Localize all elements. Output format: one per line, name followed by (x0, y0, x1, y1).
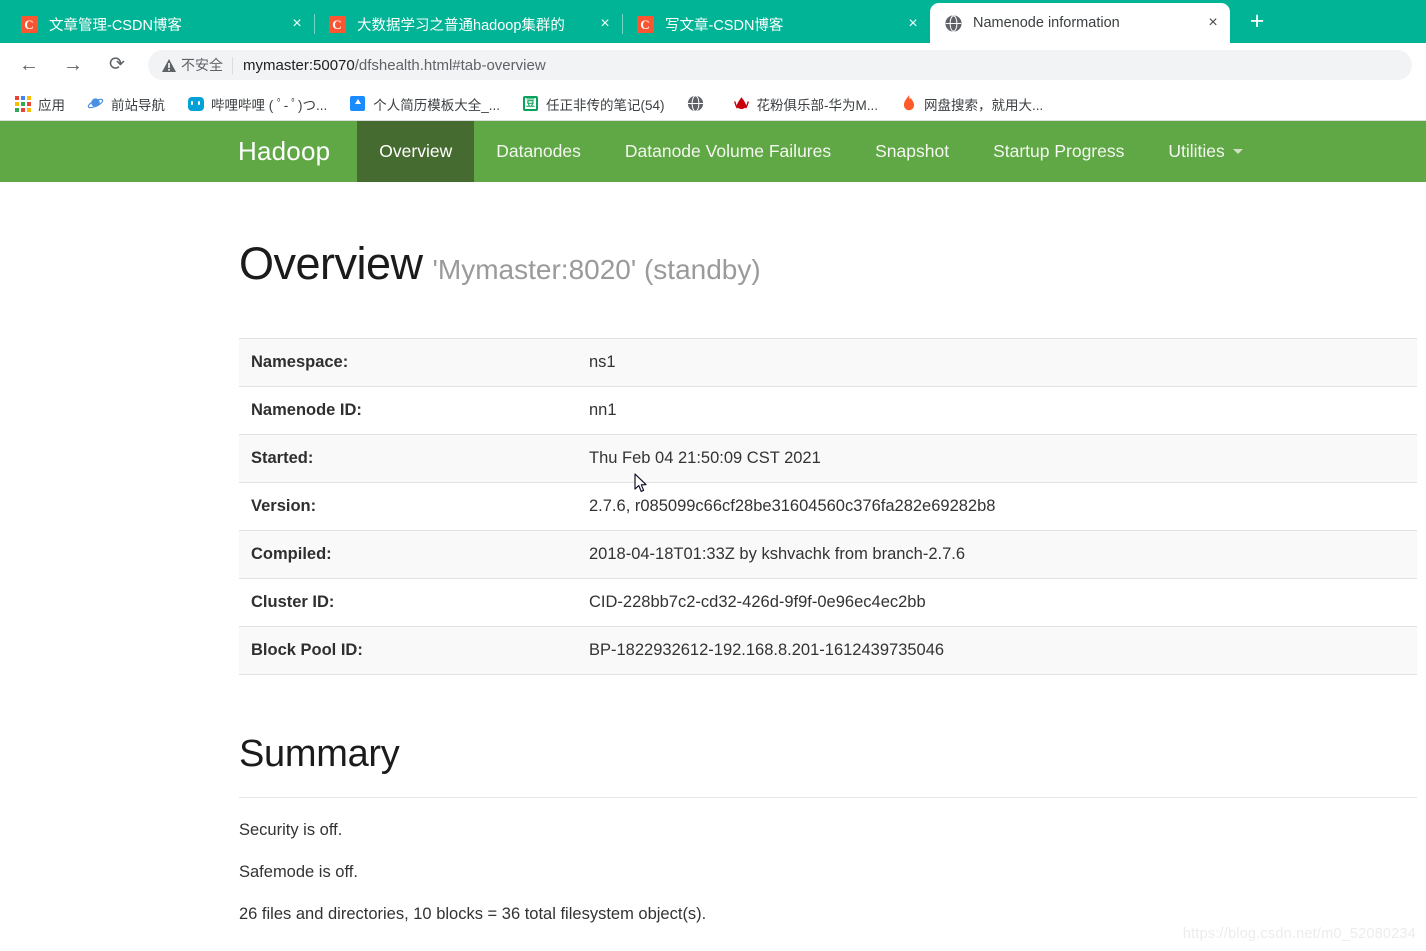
warning-triangle-icon (162, 58, 176, 72)
table-row: Namespace: ns1 (239, 338, 1417, 387)
nav-item-datanode-volume-failures[interactable]: Datanode Volume Failures (603, 121, 853, 182)
chevron-down-icon (1232, 149, 1243, 154)
bookmark-item[interactable]: 花粉俱乐部-华为M... (733, 94, 879, 114)
row-label: Namenode ID: (251, 401, 362, 419)
browser-tab[interactable]: C 大数据学习之普通hadoop集群的 × (314, 5, 622, 43)
security-label: 不安全 (181, 57, 223, 73)
table-row: Started: Thu Feb 04 21:50:09 CST 2021 (239, 434, 1417, 483)
table-row: Compiled: 2018-04-18T01:33Z by kshvachk … (239, 530, 1417, 579)
bookmark-label: 花粉俱乐部-华为M... (756, 97, 879, 113)
bookmark-item[interactable]: 前站导航 (87, 94, 165, 114)
omnibox-divider (232, 56, 233, 74)
browser-tab[interactable]: C 文章管理-CSDN博客 × (6, 5, 314, 43)
close-icon[interactable]: × (1204, 14, 1222, 32)
url-path: /dfshealth.html#tab-overview (354, 56, 546, 74)
row-label: Compiled: (251, 545, 332, 563)
nav-item-label: Utilities (1168, 141, 1225, 161)
summary-divider (239, 797, 1417, 798)
bookmark-label: 任正非传的笔记(54) (546, 97, 665, 113)
bookmark-label: 个人简历模板大全_... (373, 97, 501, 113)
browser-tab[interactable]: C 写文章-CSDN博客 × (622, 5, 930, 43)
close-icon[interactable]: × (904, 15, 922, 33)
bookmark-label: 应用 (38, 97, 65, 113)
tab-title: 写文章-CSDN博客 (665, 17, 784, 34)
bookmark-label: 哔哩哔哩 ( ﾟ- ﾟ)つ... (211, 97, 328, 113)
bookmark-apps[interactable]: 应用 (14, 94, 65, 114)
browser-toolbar: ← → ⟳ 不安全 mymaster:50070/dfshealth.html#… (0, 43, 1426, 87)
bookmark-item[interactable]: 豆 任正非传的笔记(54) (522, 94, 665, 114)
summary-line: Safemode is off. (239, 863, 358, 881)
tab-title: 大数据学习之普通hadoop集群的 (357, 17, 565, 34)
close-icon[interactable]: × (596, 15, 614, 33)
row-label: Cluster ID: (251, 593, 335, 611)
table-row: Version: 2.7.6, r085099c66cf28be31604560… (239, 482, 1417, 531)
planet-icon (87, 95, 104, 112)
tab-title: 文章管理-CSDN博客 (49, 17, 182, 34)
page-container: Overview 'Mymaster:8020' (standby) Namesp… (0, 238, 1426, 924)
nav-item-overview[interactable]: Overview (357, 121, 475, 182)
url-host: mymaster:50070 (243, 56, 355, 74)
nav-item-startup-progress[interactable]: Startup Progress (971, 121, 1146, 182)
row-value: BP-1822932612-192.168.8.201-161243973504… (589, 641, 945, 659)
not-secure-indicator[interactable]: 不安全 (162, 55, 223, 75)
bookmark-item[interactable]: 哔哩哔哩 ( ﾟ- ﾟ)つ... (187, 94, 327, 114)
resume-icon (349, 95, 366, 112)
tab-title: Namenode information (973, 15, 1120, 31)
row-value: Thu Feb 04 21:50:09 CST 2021 (589, 449, 821, 467)
bilibili-icon (187, 95, 204, 112)
bookmark-item[interactable]: 网盘搜索，就用大... (900, 94, 1043, 114)
row-value: ns1 (589, 353, 616, 371)
globe-icon (944, 14, 962, 32)
address-bar[interactable]: 不安全 mymaster:50070/dfshealth.html#tab-ov… (148, 50, 1412, 80)
tab-strip: C 文章管理-CSDN博客 × C 大数据学习之普通hadoop集群的 × C … (0, 0, 1426, 43)
nav-item-datanodes[interactable]: Datanodes (474, 121, 603, 182)
page-subtitle: 'Mymaster:8020' (standby) (432, 254, 761, 285)
csdn-icon: C (328, 15, 346, 33)
hadoop-brand[interactable]: Hadoop (225, 121, 357, 182)
close-icon[interactable]: × (288, 15, 306, 33)
new-tab-button[interactable]: + (1240, 6, 1274, 40)
table-row: Cluster ID: CID-228bb7c2-cd32-426d-9f9f-… (239, 578, 1417, 627)
row-value: CID-228bb7c2-cd32-426d-9f9f-0e96ec4ec2bb (589, 593, 926, 611)
page-title-text: Overview (239, 238, 423, 289)
row-value: nn1 (589, 401, 617, 419)
summary-line: 26 files and directories, 10 blocks = 36… (239, 905, 707, 923)
bookmark-item[interactable] (687, 95, 711, 112)
bookmark-item[interactable]: 个人简历模板大全_... (349, 94, 500, 114)
browser-window: C 文章管理-CSDN博客 × C 大数据学习之普通hadoop集群的 × C … (0, 0, 1426, 951)
douban-icon: 豆 (522, 95, 539, 112)
page-viewport: Hadoop Overview Datanodes Datanode Volum… (0, 121, 1426, 950)
summary-title: Summary (239, 733, 400, 775)
overview-table: Namespace: ns1 Namenode ID: nn1 Started:… (239, 338, 1417, 675)
row-value: 2018-04-18T01:33Z by kshvachk from branc… (589, 545, 966, 563)
huawei-icon (733, 95, 750, 112)
summary-line: Security is off. (239, 821, 343, 839)
bookmarks-bar: 应用 前站导航 哔哩哔哩 ( ﾟ- ﾟ)つ... 个人简历模板大全_... 豆 … (0, 87, 1426, 121)
page-title: Overview 'Mymaster:8020' (standby) (239, 238, 1426, 290)
row-label: Started: (251, 449, 314, 467)
fire-icon (900, 95, 917, 112)
row-value: 2.7.6, r085099c66cf28be31604560c376fa282… (589, 497, 996, 515)
watermark: https://blog.csdn.net/m0_52080234 (1182, 926, 1416, 942)
bookmark-label: 前站导航 (111, 97, 165, 113)
url-text: mymaster:50070/dfshealth.html#tab-overvi… (243, 57, 546, 74)
nav-item-snapshot[interactable]: Snapshot (853, 121, 971, 182)
csdn-icon: C (20, 15, 38, 33)
browser-tab-active[interactable]: Namenode information × (930, 3, 1230, 43)
row-label: Version: (251, 497, 317, 515)
reload-icon[interactable]: ⟳ (102, 50, 132, 80)
table-row: Block Pool ID: BP-1822932612-192.168.8.2… (239, 626, 1417, 675)
hadoop-navbar: Hadoop Overview Datanodes Datanode Volum… (0, 121, 1426, 182)
table-row: Namenode ID: nn1 (239, 386, 1417, 435)
row-label: Namespace: (251, 353, 349, 371)
back-icon[interactable]: ← (14, 50, 44, 80)
forward-icon[interactable]: → (58, 50, 88, 80)
csdn-icon: C (636, 15, 654, 33)
bookmark-label: 网盘搜索，就用大... (924, 97, 1044, 113)
row-label: Block Pool ID: (251, 641, 363, 659)
nav-item-utilities[interactable]: Utilities (1146, 121, 1264, 182)
globe-icon (687, 95, 704, 112)
apps-grid-icon (14, 95, 31, 112)
